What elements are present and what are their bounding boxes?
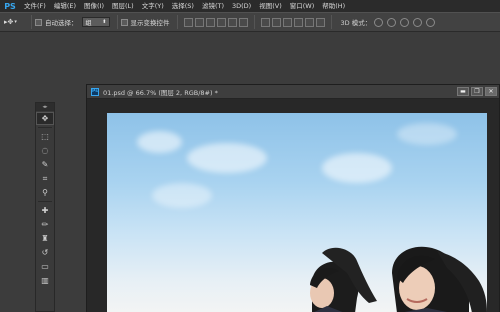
window-controls: ▬ ❐ ✕ (457, 87, 497, 96)
menu-window[interactable]: 窗口(W) (286, 0, 319, 12)
minimize-button[interactable]: ▬ (457, 87, 469, 96)
image-canvas[interactable] (107, 113, 487, 312)
divider (253, 15, 255, 29)
eyedropper-icon: ⚲ (42, 188, 48, 197)
menu-select[interactable]: 选择(S) (168, 0, 198, 12)
gradient-icon: ▥ (41, 276, 49, 285)
photoshop-logo: PS (4, 1, 16, 11)
lasso-tool[interactable]: ◌ (36, 144, 54, 157)
tool-preset-picker[interactable]: ▸✥ ▾ (4, 15, 28, 29)
options-bar: ▸✥ ▾ 自动选择： 组 ⬍ 显示变换控件 3D 模式： (0, 12, 500, 32)
divider (38, 201, 52, 202)
brush-tool[interactable]: ✏ (36, 218, 54, 231)
menu-help[interactable]: 帮助(H) (318, 0, 349, 12)
photoshop-doc-icon: Ps (91, 87, 99, 96)
history-brush-icon: ↺ (41, 248, 49, 257)
marquee-tool[interactable]: ⬚ (36, 130, 54, 143)
history-brush-tool[interactable]: ↺ (36, 246, 54, 259)
distribute-top-icon[interactable] (260, 17, 270, 27)
show-transform-label: 显示变换控件 (130, 19, 170, 27)
align-hcenter-icon[interactable] (227, 17, 237, 27)
auto-select-dropdown[interactable]: 组 ⬍ (81, 17, 110, 27)
photo-people (310, 246, 487, 312)
crop-icon: ⌗ (42, 173, 48, 183)
healing-brush-tool[interactable]: ✚ (36, 204, 54, 217)
menu-type[interactable]: 文字(Y) (138, 0, 168, 12)
canvas-area[interactable] (87, 99, 499, 312)
eyedropper-tool[interactable]: ⚲ (36, 186, 54, 199)
menu-bar: PS 文件(F) 编辑(E) 图像(I) 图层(L) 文字(Y) 选择(S) 滤… (0, 0, 500, 12)
divider (176, 15, 178, 29)
move-tool[interactable]: ✥ (36, 112, 54, 125)
tools-panel-grip[interactable]: ◂▸ (36, 103, 54, 111)
menu-view[interactable]: 视图(V) (255, 0, 286, 12)
menu-image[interactable]: 图像(I) (80, 0, 108, 12)
align-left-icon[interactable] (216, 17, 226, 27)
menu-edit[interactable]: 编辑(E) (50, 0, 80, 12)
crop-tool[interactable]: ⌗ (36, 172, 54, 185)
healing-brush-icon: ✚ (41, 206, 49, 215)
3d-drag-icon[interactable] (400, 17, 410, 27)
distribute-bottom-icon[interactable] (282, 17, 292, 27)
menu-3d[interactable]: 3D(D) (228, 0, 255, 12)
3d-rotate-icon[interactable] (374, 17, 384, 27)
auto-select-value: 组 (85, 19, 92, 27)
distribute-buttons (260, 17, 325, 27)
document-tab[interactable]: Ps 01.psd @ 66.7% (图层 2, RGB/8#) * ▬ ❐ ✕ (87, 85, 499, 99)
divider (330, 15, 332, 29)
lasso-icon: ◌ (41, 146, 49, 155)
gradient-tool[interactable]: ▥ (36, 274, 54, 287)
chevron-down-icon: ▾ (14, 19, 17, 25)
3d-scale-icon[interactable] (426, 17, 436, 27)
quick-selection-icon: ✎ (41, 160, 49, 169)
align-right-icon[interactable] (238, 17, 248, 27)
auto-select-label: 自动选择： (45, 19, 78, 27)
brush-icon: ✏ (41, 220, 49, 229)
align-buttons (183, 17, 248, 27)
menu-layer[interactable]: 图层(L) (108, 0, 138, 12)
divider (116, 15, 118, 29)
tools-panel: ◂▸ ✥ ⬚ ◌ ✎ ⌗ ⚲ ✚ ✏ ♜ ↺ ▭ ▥ (35, 102, 55, 312)
distribute-hcenter-icon[interactable] (304, 17, 314, 27)
move-icon: ✥ (41, 114, 49, 123)
3d-slide-icon[interactable] (413, 17, 423, 27)
distribute-right-icon[interactable] (315, 17, 325, 27)
divider (31, 15, 32, 29)
distribute-vcenter-icon[interactable] (271, 17, 281, 27)
close-button[interactable]: ✕ (485, 87, 497, 96)
3d-roll-icon[interactable] (387, 17, 397, 27)
align-vcenter-icon[interactable] (194, 17, 204, 27)
document-window: Ps 01.psd @ 66.7% (图层 2, RGB/8#) * ▬ ❐ ✕ (86, 84, 500, 312)
divider (38, 127, 52, 128)
menu-items: 文件(F) 编辑(E) 图像(I) 图层(L) 文字(Y) 选择(S) 滤镜(T… (20, 0, 349, 12)
align-top-icon[interactable] (183, 17, 193, 27)
align-bottom-icon[interactable] (205, 17, 215, 27)
menu-filter[interactable]: 滤镜(T) (198, 0, 228, 12)
show-transform-checkbox[interactable] (120, 18, 128, 26)
3d-mode-label: 3D 模式： (340, 19, 372, 27)
menu-file[interactable]: 文件(F) (20, 0, 50, 12)
clone-stamp-tool[interactable]: ♜ (36, 232, 54, 245)
marquee-icon: ⬚ (41, 132, 49, 141)
clone-stamp-icon: ♜ (41, 234, 49, 243)
eraser-tool[interactable]: ▭ (36, 260, 54, 273)
chevron-down-icon: ⬍ (102, 19, 107, 25)
auto-select-checkbox[interactable] (35, 18, 42, 26)
distribute-left-icon[interactable] (293, 17, 303, 27)
quick-selection-tool[interactable]: ✎ (36, 158, 54, 171)
move-icon: ▸✥ (4, 18, 14, 26)
eraser-icon: ▭ (41, 262, 49, 271)
document-title: 01.psd @ 66.7% (图层 2, RGB/8#) * (103, 88, 218, 97)
restore-button[interactable]: ❐ (471, 87, 483, 96)
